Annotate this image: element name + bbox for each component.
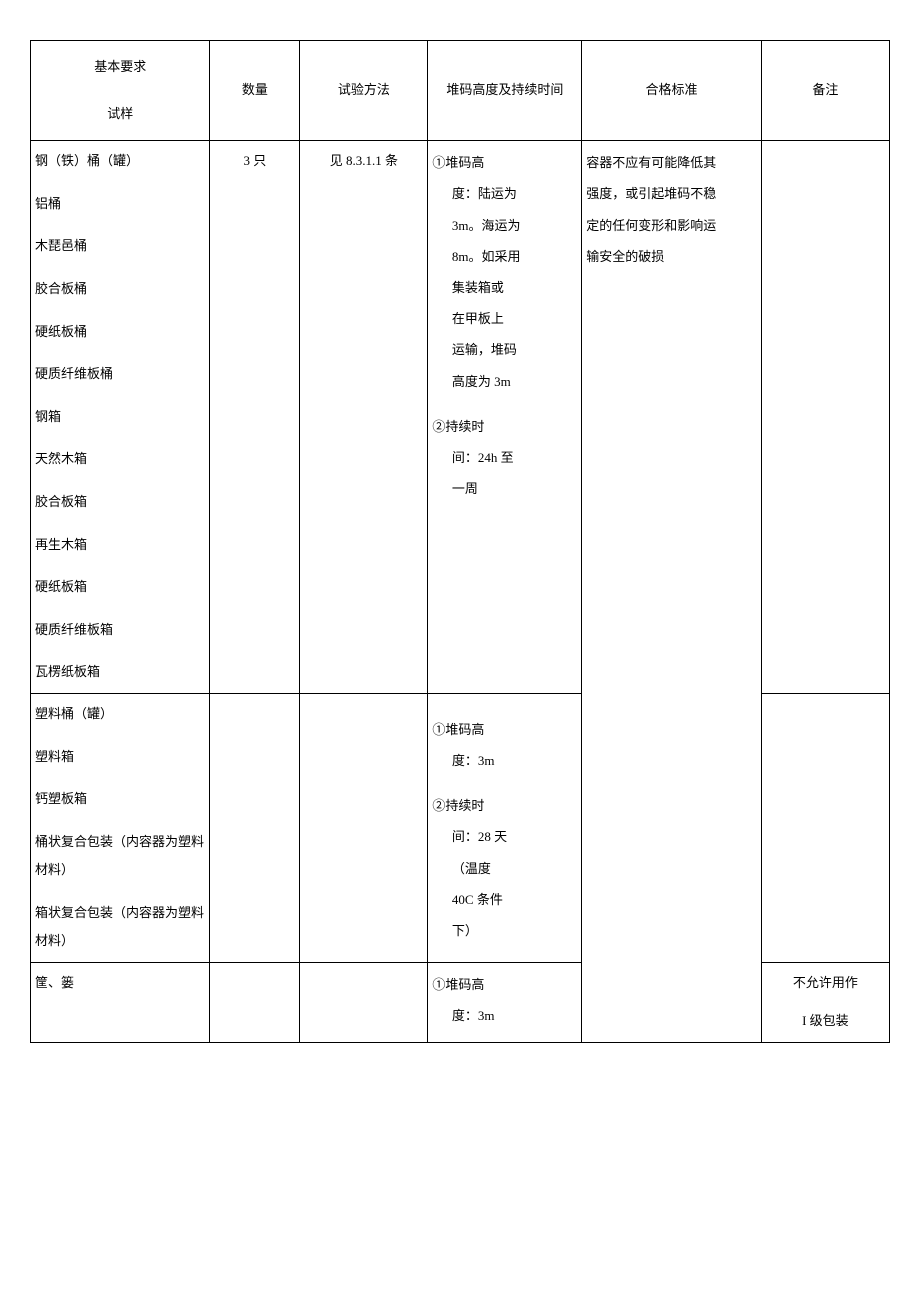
ht-line: 运输，堆码 (432, 334, 577, 365)
ht-line: 3m。海运为 (432, 210, 577, 241)
header-height-time: 堆码高度及持续时间 (428, 41, 582, 141)
ht-line: 下） (432, 915, 577, 946)
sample-item: 硬纸板桶 (35, 318, 205, 347)
group1-samples-cell: 钢（铁）桶（罐） 铝桶 木琵邑桶 胶合板桶 硬纸板桶 硬质纤维板桶 钢箱 天然木… (31, 141, 210, 694)
group2-note (761, 693, 889, 962)
group3-note: 不允许用作 I 级包装 (761, 963, 889, 1043)
ht-line: 度：陆运为 (432, 178, 577, 209)
ht-line: 间：24h 至 (432, 442, 577, 473)
group1-row: 钢（铁）桶（罐） 铝桶 木琵邑桶 胶合板桶 硬纸板桶 硬质纤维板桶 钢箱 天然木… (31, 141, 890, 694)
sample-item: 再生木箱 (35, 531, 205, 560)
sample-item: 胶合板桶 (35, 275, 205, 304)
sample-item: 硬纸板箱 (35, 573, 205, 602)
ht-line: ①堆码高 (432, 969, 577, 1000)
ht-line: 集装箱或 (432, 272, 577, 303)
std-line: 定的任何变形和影响运 (586, 210, 756, 241)
standard-cell: 容器不应有可能降低其 强度，或引起堆码不稳 定的任何变形和影响运 输安全的破损 (582, 141, 761, 1043)
sample-item: 塑料箱 (35, 743, 205, 772)
ht-line: 高度为 3m (432, 366, 577, 397)
std-line: 强度，或引起堆码不稳 (586, 178, 756, 209)
sample-item: 铝桶 (35, 190, 205, 219)
group3-row: 筐、篓 ①堆码高 度：3m 不允许用作 I 级包装 (31, 963, 890, 1043)
sample-item: 箱状复合包装（内容器为塑料材料） (35, 899, 205, 956)
group3-height-time: ①堆码高 度：3m (428, 963, 582, 1043)
table-header-row: 基本要求 试样 数量 试验方法 堆码高度及持续时间 合格标准 备注 (31, 41, 890, 141)
ht-line: 在甲板上 (432, 303, 577, 334)
group3-samples-cell: 筐、篓 (31, 963, 210, 1043)
sample-item: 胶合板箱 (35, 488, 205, 517)
group2-samples-cell: 塑料桶（罐） 塑料箱 钙塑板箱 桶状复合包装（内容器为塑料材料） 箱状复合包装（… (31, 693, 210, 962)
header-quantity: 数量 (210, 41, 300, 141)
sample-item: 筐、篓 (35, 969, 205, 998)
group1-method: 见 8.3.1.1 条 (300, 141, 428, 694)
header-sample-label: 试样 (35, 100, 205, 129)
sample-item: 钢箱 (35, 403, 205, 432)
group2-quantity (210, 693, 300, 962)
sample-item: 木琵邑桶 (35, 232, 205, 261)
ht-line: 度：3m (432, 745, 577, 776)
sample-item: 硬质纤维板桶 (35, 360, 205, 389)
group2-height-time: ①堆码高 度：3m ②持续时 间：28 天 （温度 40C 条件 下） (428, 693, 582, 962)
header-method: 试验方法 (300, 41, 428, 141)
ht-line: ①堆码高 (432, 714, 577, 745)
ht-line: 度：3m (432, 1000, 577, 1031)
header-standard: 合格标准 (582, 41, 761, 141)
group1-quantity: 3 只 (210, 141, 300, 694)
group2-row: 塑料桶（罐） 塑料箱 钙塑板箱 桶状复合包装（内容器为塑料材料） 箱状复合包装（… (31, 693, 890, 962)
ht-line: 8m。如采用 (432, 241, 577, 272)
sample-item: 硬质纤维板箱 (35, 616, 205, 645)
note-line: I 级包装 (762, 1007, 889, 1036)
group3-quantity (210, 963, 300, 1043)
note-line: 不允许用作 (766, 969, 885, 998)
std-line: 输安全的破损 (586, 241, 756, 272)
ht-line: ②持续时 (432, 411, 577, 442)
ht-line: 间：28 天 (432, 821, 577, 852)
group2-method (300, 693, 428, 962)
sample-item: 桶状复合包装（内容器为塑料材料） (35, 828, 205, 885)
group3-method (300, 963, 428, 1043)
sample-item: 瓦楞纸板箱 (35, 658, 205, 687)
group1-note (761, 141, 889, 694)
header-basic-req: 基本要求 (35, 53, 205, 82)
ht-line: 40C 条件 (432, 884, 577, 915)
ht-line: ②持续时 (432, 790, 577, 821)
stacking-test-table: 基本要求 试样 数量 试验方法 堆码高度及持续时间 合格标准 备注 钢（铁）桶（… (30, 40, 890, 1043)
sample-item: 塑料桶（罐） (35, 700, 205, 729)
header-note: 备注 (761, 41, 889, 141)
ht-line: ①堆码高 (432, 147, 577, 178)
ht-line: （温度 (432, 853, 577, 884)
sample-item: 钢（铁）桶（罐） (35, 147, 205, 176)
ht-line: 一周 (432, 473, 577, 504)
std-line: 容器不应有可能降低其 (586, 147, 756, 178)
header-sample: 基本要求 试样 (31, 41, 210, 141)
sample-item: 钙塑板箱 (35, 785, 205, 814)
group1-height-time: ①堆码高 度：陆运为 3m。海运为 8m。如采用 集装箱或 在甲板上 运输，堆码… (428, 141, 582, 694)
sample-item: 天然木箱 (35, 445, 205, 474)
